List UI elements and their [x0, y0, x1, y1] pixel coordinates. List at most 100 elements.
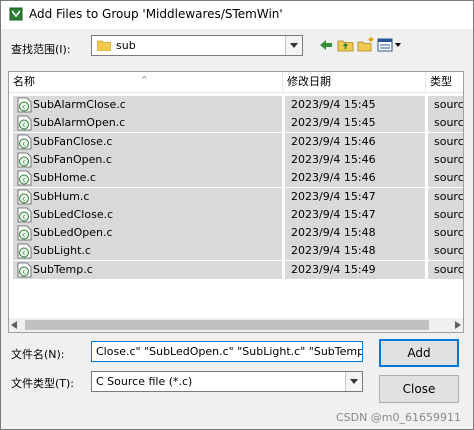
back-arrow-icon[interactable] [317, 36, 335, 54]
look-in-label: 查找范围(I): [11, 43, 71, 56]
file-row[interactable]: c SubFanOpen.c 2023/9/4 15:46 source [9, 150, 463, 169]
file-name-cell[interactable]: c SubTemp.c [13, 260, 282, 279]
new-folder-icon[interactable] [357, 36, 375, 54]
file-type: source [434, 207, 464, 221]
file-date-cell[interactable]: 2023/9/4 15:46 [285, 169, 425, 188]
file-row[interactable]: c SubLedOpen.c 2023/9/4 15:48 source [9, 224, 463, 243]
file-type-value: C Source file (*.c) [96, 375, 193, 388]
look-in-dropdown-arrow[interactable] [285, 36, 302, 55]
file-type-dropdown[interactable]: C Source file (*.c) [91, 371, 363, 392]
c-source-file-icon: c [17, 262, 32, 278]
column-name-label: 名称 [13, 75, 35, 88]
file-name-cell[interactable]: c SubLedClose.c [13, 205, 282, 224]
file-name: SubLight.c [33, 244, 91, 258]
column-type-label: 类型 [430, 75, 452, 88]
file-date-cell[interactable]: 2023/9/4 15:47 [285, 205, 425, 224]
file-date: 2023/9/4 15:46 [291, 171, 376, 185]
file-date-cell[interactable]: 2023/9/4 15:45 [285, 114, 425, 133]
file-name-cell[interactable]: c SubHum.c [13, 187, 282, 206]
svg-text:c: c [23, 123, 26, 129]
file-name-cell[interactable]: c SubAlarmOpen.c [13, 114, 282, 133]
file-type-label: 文件类型(T): [11, 377, 75, 390]
file-date-cell[interactable]: 2023/9/4 15:48 [285, 242, 425, 261]
horizontal-scrollbar[interactable] [9, 318, 463, 332]
look-in-value: sub [116, 39, 136, 52]
file-type-cell[interactable]: source [428, 169, 464, 188]
file-name-cell[interactable]: c SubAlarmClose.c [13, 96, 282, 114]
file-name: SubTemp.c [33, 262, 93, 276]
file-type-cell[interactable]: source [428, 96, 464, 114]
up-folder-icon[interactable] [337, 36, 355, 54]
file-date-cell[interactable]: 2023/9/4 15:45 [285, 96, 425, 114]
file-row[interactable]: c SubLedClose.c 2023/9/4 15:47 source [9, 205, 464, 224]
file-type: source [434, 98, 464, 111]
view-menu-icon[interactable] [377, 36, 403, 54]
file-type: source [434, 116, 464, 130]
add-button[interactable]: Add [379, 339, 459, 367]
c-source-file-icon: c [17, 225, 32, 241]
file-type-dropdown-arrow[interactable] [345, 372, 362, 391]
file-name-input[interactable]: Close.c" "SubLedOpen.c" "SubLight.c" "Su… [91, 341, 363, 362]
file-date: 2023/9/4 15:46 [291, 152, 376, 166]
column-header-date[interactable]: 修改日期 [283, 72, 426, 92]
column-header-name[interactable]: 名称 ^ [9, 72, 283, 92]
file-type-cell[interactable]: source [428, 260, 464, 279]
file-type: source [434, 262, 464, 276]
look-in-dropdown[interactable]: sub [91, 35, 303, 56]
svg-text:c: c [23, 105, 26, 111]
file-date: 2023/9/4 15:47 [291, 189, 376, 203]
file-type-cell[interactable]: source [428, 224, 463, 243]
file-type-cell[interactable]: source [428, 205, 464, 224]
chevron-down-icon [350, 379, 358, 384]
svg-text:c: c [23, 269, 26, 275]
file-type: source [434, 171, 464, 185]
file-row[interactable]: c SubHum.c 2023/9/4 15:47 source [9, 187, 463, 206]
file-type-cell[interactable]: source [428, 242, 464, 261]
watermark-text: CSDN @m0_61659911 [335, 411, 461, 424]
file-date: 2023/9/4 15:48 [291, 226, 376, 240]
file-row[interactable]: c SubHome.c 2023/9/4 15:46 source [9, 169, 464, 188]
file-name-cell[interactable]: c SubHome.c [13, 169, 282, 188]
title-bar[interactable]: Add Files to Group 'Middlewares/STemWin' [1, 1, 473, 29]
file-date-cell[interactable]: 2023/9/4 15:46 [285, 150, 425, 169]
scroll-left-icon[interactable] [11, 321, 17, 329]
file-name: SubAlarmClose.c [33, 98, 126, 111]
file-type-cell[interactable]: source [428, 187, 463, 206]
scroll-right-icon[interactable] [455, 321, 461, 329]
list-header: 名称 ^ 修改日期 类型 [9, 72, 463, 93]
file-name-cell[interactable]: c SubLedOpen.c [13, 224, 282, 243]
file-name-cell[interactable]: c SubFanClose.c [13, 132, 282, 151]
file-name: SubAlarmOpen.c [33, 116, 126, 130]
file-row[interactable]: c SubTemp.c 2023/9/4 15:49 source [9, 260, 464, 279]
file-name: SubFanOpen.c [33, 152, 112, 166]
file-row[interactable]: c SubAlarmClose.c 2023/9/4 15:45 source [9, 96, 463, 114]
svg-text:c: c [23, 159, 26, 165]
file-type-cell[interactable]: source [428, 132, 464, 151]
file-type-cell[interactable]: source [428, 114, 464, 133]
column-header-type[interactable]: 类型 [426, 72, 463, 92]
svg-text:c: c [23, 141, 26, 147]
file-date-cell[interactable]: 2023/9/4 15:47 [285, 187, 425, 206]
file-type: source [434, 244, 464, 258]
file-date: 2023/9/4 15:45 [291, 116, 376, 130]
svg-text:c: c [23, 196, 26, 202]
scrollbar-thumb[interactable] [25, 320, 429, 330]
file-name-cell[interactable]: c SubLight.c [13, 242, 282, 261]
file-name-cell[interactable]: c SubFanOpen.c [13, 150, 282, 169]
file-row[interactable]: c SubLight.c 2023/9/4 15:48 source [9, 242, 464, 261]
file-date-cell[interactable]: 2023/9/4 15:46 [285, 132, 425, 151]
file-date-cell[interactable]: 2023/9/4 15:48 [285, 224, 425, 243]
file-list[interactable]: 名称 ^ 修改日期 类型 c SubAlarmClose.c 2023/9/4 15… [8, 71, 464, 333]
add-files-dialog: Add Files to Group 'Middlewares/STemWin'… [0, 0, 474, 430]
file-type: source [434, 134, 464, 148]
file-date: 2023/9/4 15:46 [291, 134, 376, 148]
file-date-cell[interactable]: 2023/9/4 15:49 [285, 260, 425, 279]
file-date: 2023/9/4 15:47 [291, 207, 376, 221]
c-source-file-icon: c [17, 97, 32, 113]
file-type-cell[interactable]: source [428, 150, 463, 169]
close-button[interactable]: Close [379, 375, 459, 403]
c-source-file-icon: c [17, 207, 32, 223]
file-name: SubLedClose.c [33, 207, 114, 221]
file-row[interactable]: c SubAlarmOpen.c 2023/9/4 15:45 source [9, 114, 464, 133]
file-row[interactable]: c SubFanClose.c 2023/9/4 15:46 source [9, 132, 464, 151]
